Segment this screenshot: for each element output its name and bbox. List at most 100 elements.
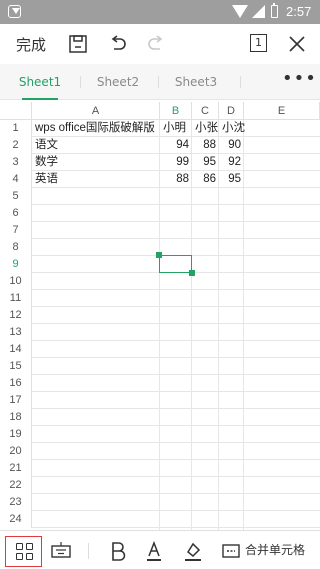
selected-cell-b9[interactable]	[159, 255, 192, 273]
selection-handle-bottom-right[interactable]	[189, 270, 195, 276]
cell-a4[interactable]: 英语	[35, 171, 58, 188]
row-header-16[interactable]: 16	[0, 375, 32, 392]
row-gridline	[32, 527, 320, 528]
row-header-17[interactable]: 17	[0, 392, 32, 409]
row-header-18[interactable]: 18	[0, 409, 32, 426]
row-header-10[interactable]: 10	[0, 273, 32, 290]
page-count-button[interactable]: 1	[250, 34, 267, 52]
row-gridline	[32, 442, 320, 443]
row-gridline	[32, 459, 320, 460]
column-header-b[interactable]: B	[160, 102, 192, 120]
cell-d2[interactable]: 90	[219, 137, 244, 154]
row-header-6[interactable]: 6	[0, 205, 32, 222]
column-header-e[interactable]: E	[244, 102, 320, 120]
save-icon[interactable]	[66, 32, 90, 56]
cell-a3[interactable]: 数学	[35, 154, 58, 171]
apps-icon-part	[16, 553, 23, 560]
cell-d3[interactable]: 92	[219, 154, 244, 171]
row-header-4[interactable]: 4	[0, 171, 32, 188]
row-header-13[interactable]: 13	[0, 324, 32, 341]
fill-color-icon[interactable]	[182, 540, 204, 562]
row-gridline	[32, 425, 320, 426]
row-gridline	[32, 408, 320, 409]
row-gridline	[32, 391, 320, 392]
row-header-12[interactable]: 12	[0, 307, 32, 324]
row-header-15[interactable]: 15	[0, 358, 32, 375]
sheet-tabs: Sheet1 Sheet2 Sheet3 •••	[0, 64, 320, 100]
tools-menu-button[interactable]	[5, 536, 42, 567]
row-gridline	[32, 357, 320, 358]
redo-icon[interactable]	[144, 32, 168, 56]
tab-divider	[240, 76, 241, 88]
tab-sheet2[interactable]: Sheet2	[78, 64, 158, 100]
row-gridline	[32, 510, 320, 511]
tab-sheet3[interactable]: Sheet3	[156, 64, 236, 100]
select-all-corner[interactable]	[0, 102, 32, 120]
row-header-21[interactable]: 21	[0, 460, 32, 477]
row-gridline	[32, 238, 320, 239]
row-header-5[interactable]: 5	[0, 188, 32, 205]
close-icon[interactable]	[285, 32, 309, 56]
apps-icon	[16, 543, 23, 550]
spreadsheet-grid[interactable]: A B C D E 1 2 3 4 5 6 7 8 9 10 11 12 13 14 15 16 17 18 19 20 21 22…	[0, 102, 320, 530]
row-header-23[interactable]: 23	[0, 494, 32, 511]
row-header-9[interactable]: 9	[0, 256, 32, 273]
cell-d1[interactable]: 小沈	[222, 120, 245, 137]
bold-icon[interactable]	[108, 540, 128, 562]
row-header-3[interactable]: 3	[0, 154, 32, 171]
merge-cells-icon[interactable]	[221, 540, 241, 562]
cell-c4[interactable]: 86	[192, 171, 219, 188]
cell-c1[interactable]: 小张	[195, 120, 218, 137]
row-header-14[interactable]: 14	[0, 341, 32, 358]
row-header-22[interactable]: 22	[0, 477, 32, 494]
row-header-1[interactable]: 1	[0, 120, 32, 137]
cell-a2[interactable]: 语文	[35, 137, 58, 154]
row-gridline	[32, 323, 320, 324]
row-header-19[interactable]: 19	[0, 426, 32, 443]
cell-d4[interactable]: 95	[219, 171, 244, 188]
cell-b3[interactable]: 99	[160, 154, 192, 171]
signal-icon	[252, 5, 265, 18]
more-options-button[interactable]: •••	[282, 64, 317, 100]
apps-icon-part	[26, 553, 33, 560]
battery-icon	[271, 3, 278, 18]
done-button[interactable]: 完成	[16, 34, 46, 55]
merge-cells-button[interactable]: 合并单元格	[245, 541, 305, 558]
status-bar: 2:57	[0, 0, 320, 24]
row-gridline	[32, 493, 320, 494]
tab-sheet1[interactable]: Sheet1	[0, 64, 80, 100]
row-header-11[interactable]: 11	[0, 290, 32, 307]
cell-b1[interactable]: 小明	[163, 120, 186, 137]
row-header-8[interactable]: 8	[0, 239, 32, 256]
wifi-icon	[232, 5, 248, 18]
cell-c3[interactable]: 95	[192, 154, 219, 171]
selection-handle-top-left[interactable]	[156, 252, 162, 258]
cell-c2[interactable]: 88	[192, 137, 219, 154]
row-gridline	[32, 340, 320, 341]
bottom-toolbar: 合并单元格	[0, 530, 320, 569]
top-toolbar: 完成 1	[0, 24, 320, 64]
column-header-c[interactable]: C	[192, 102, 219, 120]
font-color-icon[interactable]	[144, 540, 164, 562]
column-header-a[interactable]: A	[32, 102, 160, 120]
cell-b2[interactable]: 94	[160, 137, 192, 154]
row-gridline	[32, 289, 320, 290]
toolbar-divider	[88, 543, 89, 559]
cell-b4[interactable]: 88	[160, 171, 192, 188]
apps-icon-part	[26, 543, 33, 550]
row-header-24[interactable]: 24	[0, 511, 32, 528]
row-gridline	[32, 374, 320, 375]
row-gridline	[32, 204, 320, 205]
undo-icon[interactable]	[106, 32, 130, 56]
row-header-20[interactable]: 20	[0, 443, 32, 460]
row-gridline	[32, 476, 320, 477]
keyboard-icon[interactable]	[50, 540, 72, 562]
row-header-7[interactable]: 7	[0, 222, 32, 239]
row-gridline	[32, 306, 320, 307]
app-notification-icon	[8, 5, 21, 18]
row-gridline	[32, 221, 320, 222]
row-header-2[interactable]: 2	[0, 137, 32, 154]
status-time: 2:57	[286, 4, 312, 19]
column-header-d[interactable]: D	[219, 102, 244, 120]
cell-a1[interactable]: wps office国际版破解版	[35, 120, 155, 137]
